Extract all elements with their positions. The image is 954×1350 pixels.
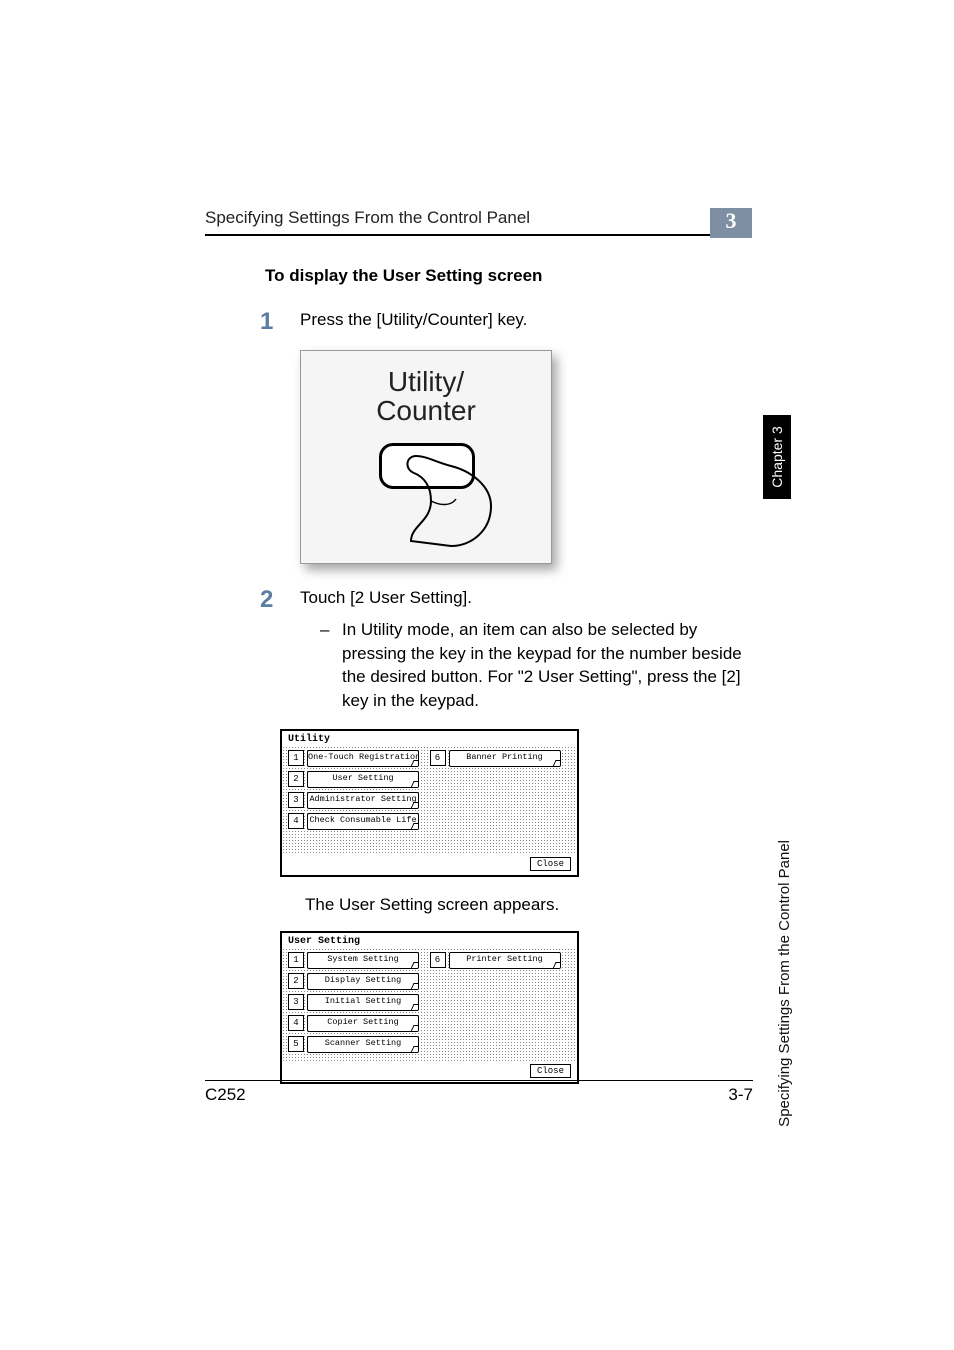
menu-label: Banner Printing xyxy=(449,750,561,767)
header-rule xyxy=(205,234,745,236)
menu-item-user-setting[interactable]: 2 User Setting xyxy=(288,771,430,788)
menu-label: Check Consumable Life xyxy=(307,813,419,830)
menu-number: 6 xyxy=(430,750,446,766)
menu-item-printer-setting[interactable]: 6 Printer Setting xyxy=(430,952,572,969)
menu-label: System Setting xyxy=(307,952,419,969)
menu-item-scanner-setting[interactable]: 5 Scanner Setting xyxy=(288,1036,430,1053)
utility-menu-panel: Utility 1 One-Touch Registration 2 User … xyxy=(280,729,579,877)
chapter-number-badge: 3 xyxy=(710,208,752,238)
side-tab-section: Specifying Settings From the Control Pan… xyxy=(766,510,786,840)
side-tab-chapter: Chapter 3 xyxy=(763,415,791,499)
footer-page-number: 3-7 xyxy=(728,1085,753,1105)
step-1: 1 Press the [Utility/Counter] key. xyxy=(205,308,745,334)
menu-number: 6 xyxy=(430,952,446,968)
menu-item-check-consumable[interactable]: 4 Check Consumable Life xyxy=(288,813,430,830)
menu-number: 4 xyxy=(288,1015,304,1031)
side-tab-section-label: Specifying Settings From the Control Pan… xyxy=(776,840,793,1127)
menu-number: 3 xyxy=(288,792,304,808)
menu-label: Initial Setting xyxy=(307,994,419,1011)
menu-label: User Setting xyxy=(307,771,419,788)
menu-number: 2 xyxy=(288,771,304,787)
menu-number: 4 xyxy=(288,813,304,829)
menu-number: 1 xyxy=(288,952,304,968)
menu-item-system-setting[interactable]: 1 System Setting xyxy=(288,952,430,969)
menu-number: 2 xyxy=(288,973,304,989)
running-head: Specifying Settings From the Control Pan… xyxy=(205,208,745,234)
page-footer: C252 3-7 xyxy=(205,1080,753,1105)
result-text: The User Setting screen appears. xyxy=(305,895,745,915)
utility-counter-key-figure: Utility/ Counter xyxy=(300,350,552,564)
menu-number: 3 xyxy=(288,994,304,1010)
close-button[interactable]: Close xyxy=(530,857,571,871)
menu-item-admin-setting[interactable]: 3 Administrator Setting xyxy=(288,792,430,809)
key-label-line1: Utility/ xyxy=(388,366,464,397)
step-2: 2 Touch [2 User Setting]. – In Utility m… xyxy=(205,586,745,713)
subnote-text: In Utility mode, an item can also be sel… xyxy=(342,618,745,713)
menu-label: Administrator Setting xyxy=(307,792,419,809)
panel-title: Utility xyxy=(282,731,577,746)
menu-item-initial-setting[interactable]: 3 Initial Setting xyxy=(288,994,430,1011)
key-label-line2: Counter xyxy=(376,395,476,426)
menu-label: Printer Setting xyxy=(449,952,561,969)
menu-item-banner-printing[interactable]: 6 Banner Printing xyxy=(430,750,572,767)
menu-item-copier-setting[interactable]: 4 Copier Setting xyxy=(288,1015,430,1032)
step-subnote: – In Utility mode, an item can also be s… xyxy=(320,618,745,713)
panel-title: User Setting xyxy=(282,933,577,948)
step-text: Touch [2 User Setting]. xyxy=(300,586,745,610)
footer-model: C252 xyxy=(205,1085,246,1105)
menu-label: Display Setting xyxy=(307,973,419,990)
menu-number: 5 xyxy=(288,1036,304,1052)
hand-pointer-icon xyxy=(396,451,516,551)
user-setting-menu-panel: User Setting 1 System Setting 2 Display … xyxy=(280,931,579,1084)
menu-label: Scanner Setting xyxy=(307,1036,419,1053)
step-text: Press the [Utility/Counter] key. xyxy=(300,308,745,334)
menu-item-one-touch[interactable]: 1 One-Touch Registration xyxy=(288,750,430,767)
step-number: 1 xyxy=(260,308,300,334)
key-label: Utility/ Counter xyxy=(301,367,551,426)
menu-label: One-Touch Registration xyxy=(307,750,419,767)
menu-label: Copier Setting xyxy=(307,1015,419,1032)
footer-rule xyxy=(205,1080,753,1081)
step-number: 2 xyxy=(260,586,300,713)
section-subheading: To display the User Setting screen xyxy=(265,266,745,286)
side-tab-chapter-label: Chapter 3 xyxy=(769,426,785,487)
close-button[interactable]: Close xyxy=(530,1064,571,1078)
menu-item-display-setting[interactable]: 2 Display Setting xyxy=(288,973,430,990)
menu-number: 1 xyxy=(288,750,304,766)
dash-bullet: – xyxy=(320,618,342,713)
